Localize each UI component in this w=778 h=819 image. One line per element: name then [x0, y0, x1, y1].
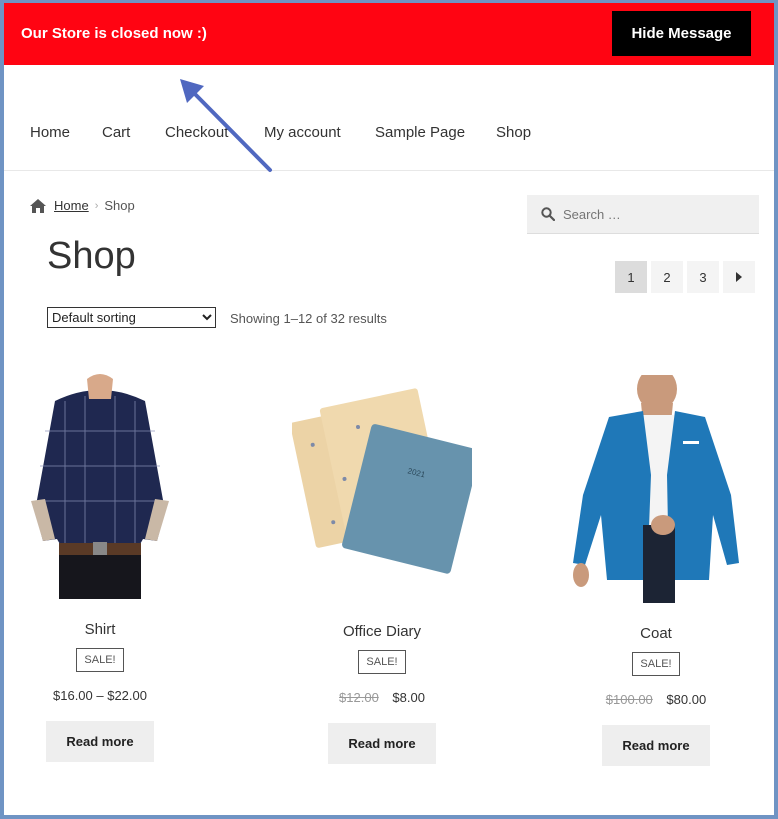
- browser-frame: Our Store is closed now :) Hide Message …: [4, 3, 774, 815]
- page-2-button[interactable]: 2: [651, 261, 683, 293]
- sorting-select[interactable]: Default sorting: [47, 307, 216, 328]
- breadcrumb-separator-icon: ›: [94, 199, 99, 212]
- product-image-coat[interactable]: [571, 375, 741, 603]
- breadcrumb: Home › Shop: [30, 198, 135, 213]
- caret-right-icon: [736, 272, 742, 282]
- product-card-coat: Coat SALE! $100.00 $80.00 Read more: [566, 375, 746, 766]
- page-1-button[interactable]: 1: [615, 261, 647, 293]
- result-count: Showing 1–12 of 32 results: [230, 311, 387, 326]
- pagination: 1 2 3: [615, 261, 755, 293]
- annotation-arrow-icon: [180, 79, 272, 172]
- hide-message-button[interactable]: Hide Message: [612, 11, 751, 56]
- nav-item-shop[interactable]: Shop: [496, 124, 531, 141]
- product-image-office-diary[interactable]: 2021: [292, 375, 472, 601]
- main-navigation: Home Cart Checkout My account Sample Pag…: [4, 65, 774, 171]
- home-icon: [30, 198, 46, 213]
- nav-item-sample-page[interactable]: Sample Page: [375, 124, 465, 141]
- current-price: $80.00: [666, 692, 707, 707]
- nav-item-cart[interactable]: Cart: [102, 124, 130, 141]
- product-price: $16.00 – $22.00: [20, 688, 180, 703]
- read-more-button[interactable]: Read more: [328, 723, 436, 764]
- current-price: $16.00 – $22.00: [53, 688, 147, 703]
- page-3-button[interactable]: 3: [687, 261, 719, 293]
- product-card-shirt: Shirt SALE! $16.00 – $22.00 Read more: [20, 371, 180, 762]
- store-notice-message: Our Store is closed now :): [21, 25, 207, 42]
- sale-badge: SALE!: [632, 652, 680, 676]
- current-price: $8.00: [392, 690, 425, 705]
- search-input[interactable]: [563, 206, 753, 222]
- sale-badge: SALE!: [76, 648, 124, 672]
- old-price: $12.00: [339, 690, 379, 705]
- nav-item-home[interactable]: Home: [30, 124, 70, 141]
- product-price: $12.00 $8.00: [292, 690, 472, 705]
- next-page-button[interactable]: [723, 261, 755, 293]
- breadcrumb-home-link[interactable]: Home: [54, 198, 89, 213]
- breadcrumb-current: Shop: [104, 198, 135, 213]
- product-name[interactable]: Coat: [566, 625, 746, 642]
- product-price: $100.00 $80.00: [566, 692, 746, 707]
- product-name[interactable]: Shirt: [20, 621, 180, 638]
- read-more-button[interactable]: Read more: [602, 725, 710, 766]
- page-title: Shop: [47, 235, 136, 277]
- old-price: $100.00: [605, 692, 653, 707]
- product-card-office-diary: 2021 Office Diary SALE! $12.00 $8.00 Rea…: [292, 375, 472, 764]
- search-box: [527, 195, 759, 234]
- search-icon: [541, 207, 555, 221]
- product-name[interactable]: Office Diary: [292, 623, 472, 640]
- product-image-shirt[interactable]: [25, 371, 175, 599]
- store-notice-bar: Our Store is closed now :) Hide Message: [4, 3, 774, 65]
- read-more-button[interactable]: Read more: [46, 721, 154, 762]
- sale-badge: SALE!: [358, 650, 406, 674]
